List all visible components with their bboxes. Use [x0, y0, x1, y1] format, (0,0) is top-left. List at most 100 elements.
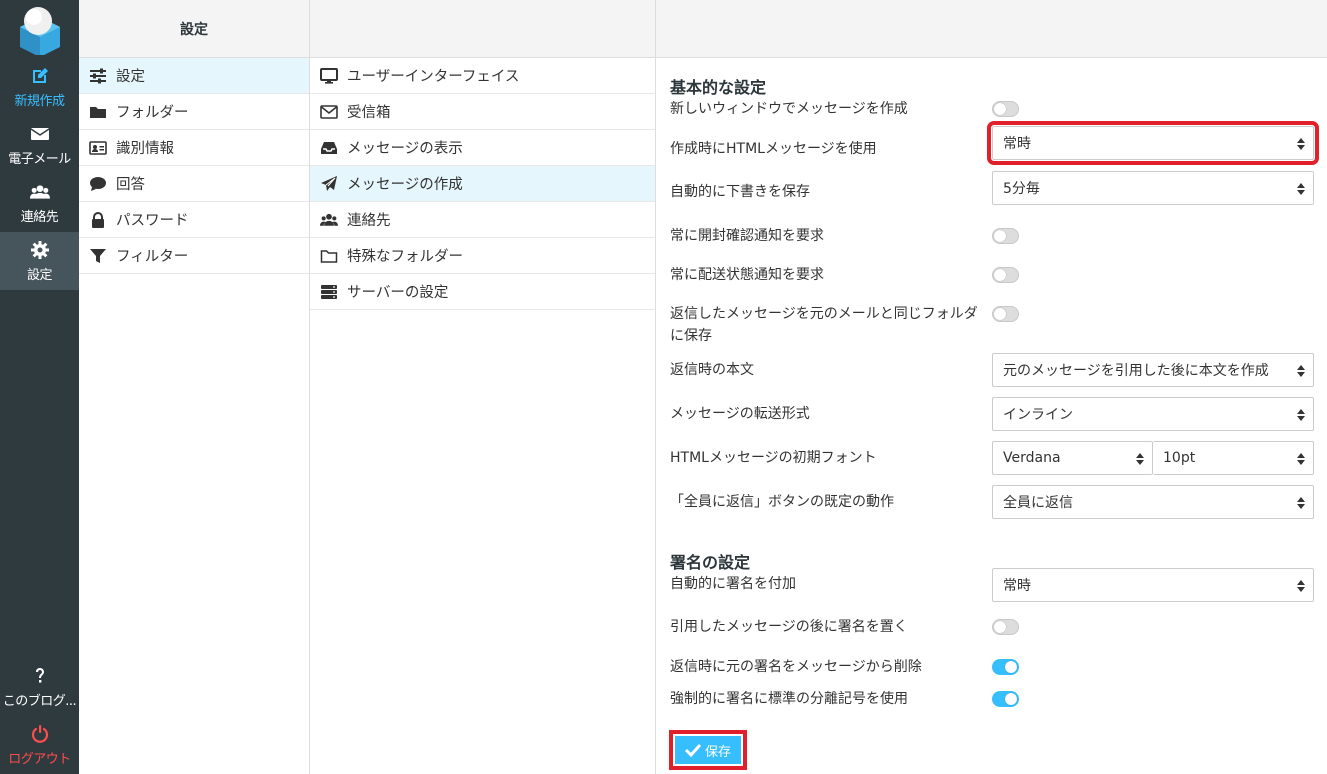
pref-server[interactable]: サーバーの設定 [310, 274, 655, 310]
settings-header: 設定 [79, 0, 309, 58]
folder-icon [90, 106, 106, 118]
select-value: 10pt [1163, 450, 1196, 466]
nav-mail[interactable]: 電子メール [0, 116, 79, 174]
row-label: 常に配送状態通知を要求 [670, 267, 824, 283]
row-reply-all: 「全員に返信」ボタンの既定の動作 全員に返信 [670, 485, 1314, 535]
auto-sig-select[interactable]: 常時 [992, 568, 1314, 602]
row-label: 常に開封確認通知を要求 [670, 228, 824, 244]
section-preferences[interactable]: 設定 [79, 58, 309, 94]
sliders-icon [90, 68, 106, 83]
row-reply-same-folder: 返信したメッセージを元のメールと同じフォルダに保存 [670, 303, 1314, 359]
check-icon [684, 743, 701, 757]
section-folders[interactable]: フォルダー [79, 94, 309, 130]
nav-compose-label: 新規作成 [14, 93, 65, 109]
settings-sections: 設定 設定 フォルダー 識別情報 回答 パスワード フィルター [79, 0, 310, 774]
force-sep-toggle[interactable] [992, 691, 1019, 707]
section-label: フォルダー [116, 105, 189, 121]
pref-label: サーバーの設定 [347, 285, 449, 301]
pref-special-folders[interactable]: 特殊なフォルダー [310, 238, 655, 274]
pref-addressbook[interactable]: 連絡先 [310, 202, 655, 238]
row-strip-sig: 返信時に元の署名をメッセージから削除 [670, 656, 1314, 688]
sig-below-toggle[interactable] [992, 619, 1019, 635]
row-sig-below: 引用したメッセージの後に署名を置く [670, 616, 1314, 656]
row-force-sep: 強制的に署名に標準の分離記号を使用 [670, 688, 1314, 718]
row-label: 自動的に署名を付加 [670, 576, 796, 592]
nav-mail-label: 電子メール [8, 151, 71, 167]
section-title-basic: 基本的な設定 [670, 78, 767, 97]
row-label: HTMLメッセージの初期フォント [670, 450, 877, 466]
users-icon [29, 184, 50, 199]
app-nav: 新規作成 電子メール 連絡先 設定 このブログ... ログアウト [0, 0, 79, 774]
preferences-sections: ユーザーインターフェイス 受信箱 メッセージの表示 メッセージの作成 連絡先 特… [310, 0, 656, 774]
mdn-toggle[interactable] [992, 228, 1019, 244]
select-value: 常時 [1003, 136, 1031, 152]
row-dsn: 常に配送状態通知を要求 [670, 264, 1314, 303]
lock-icon [92, 211, 104, 228]
select-value: インライン [1003, 407, 1073, 423]
dsn-toggle[interactable] [992, 267, 1019, 283]
row-label: メッセージの転送形式 [670, 406, 810, 422]
font-family-select[interactable]: Verdana [992, 441, 1153, 475]
question-icon [35, 667, 44, 683]
section-filters[interactable]: フィルター [79, 238, 309, 274]
section-label: パスワード [116, 213, 189, 229]
folder-outline-icon [320, 249, 338, 263]
forward-type-select[interactable]: インライン [992, 397, 1314, 431]
save-label: 保存 [704, 744, 731, 760]
reply-all-select[interactable]: 全員に返信 [992, 485, 1314, 519]
preferences-header [310, 0, 655, 58]
row-auto-sig: 自動的に署名を付加 常時 [670, 568, 1314, 616]
font-size-select[interactable]: 10pt [1153, 441, 1314, 475]
pref-label: 連絡先 [347, 213, 391, 229]
pref-ui[interactable]: ユーザーインターフェイス [310, 58, 655, 94]
select-value: 元のメッセージを引用した後に本文を作成 [1003, 363, 1269, 379]
nav-contacts-label: 連絡先 [20, 209, 59, 225]
html-compose-select[interactable]: 常時 [987, 121, 1319, 165]
nav-about[interactable]: このブログ... [0, 658, 79, 716]
row-label: 新しいウィンドウでメッセージを作成 [670, 101, 908, 117]
select-value: 5分毎 [1003, 181, 1040, 197]
roundcube-logo-icon [19, 7, 60, 55]
nav-settings-label: 設定 [26, 267, 52, 283]
pref-compose[interactable]: メッセージの作成 [310, 166, 655, 202]
select-value: 全員に返信 [1003, 495, 1073, 511]
strip-sig-toggle[interactable] [992, 659, 1019, 675]
inbox-icon [321, 141, 337, 154]
pref-mailbox[interactable]: 受信箱 [310, 94, 655, 130]
logo[interactable] [0, 0, 79, 58]
compose-settings-panel: 基本的な設定 新しいウィンドウでメッセージを作成 作成時にHTMLメッセージを使… [656, 0, 1327, 774]
section-responses[interactable]: 回答 [79, 166, 309, 202]
reply-same-folder-toggle[interactable] [992, 306, 1019, 322]
comment-icon [90, 176, 106, 191]
pref-label: 特殊なフォルダー [347, 249, 463, 265]
row-label: 返信時に元の署名をメッセージから削除 [670, 659, 922, 675]
section-label: 回答 [116, 177, 145, 193]
pref-label: メッセージの作成 [347, 177, 463, 193]
section-label: 識別情報 [116, 141, 174, 157]
pref-label: メッセージの表示 [347, 141, 463, 157]
row-label: 返信したメッセージを元のメールと同じフォルダに保存 [670, 306, 978, 344]
row-label: 強制的に署名に標準の分離記号を使用 [670, 691, 908, 707]
nav-compose[interactable]: 新規作成 [0, 58, 79, 116]
gear-icon [30, 240, 49, 259]
section-label: フィルター [116, 249, 189, 265]
nav-logout[interactable]: ログアウト [0, 716, 79, 774]
monitor-icon [320, 67, 338, 84]
row-label: 自動的に下書きを保存 [670, 184, 810, 200]
nav-contacts[interactable]: 連絡先 [0, 174, 79, 232]
nav-logout-label: ログアウト [8, 751, 71, 767]
sort-arrows-icon [1297, 409, 1305, 421]
nav-settings[interactable]: 設定 [0, 232, 79, 290]
sort-arrows-icon [1297, 497, 1305, 509]
reply-mode-select[interactable]: 元のメッセージを引用した後に本文を作成 [992, 353, 1314, 387]
new-window-toggle[interactable] [992, 101, 1019, 117]
section-password[interactable]: パスワード [79, 202, 309, 238]
pref-display[interactable]: メッセージの表示 [310, 130, 655, 166]
pref-label: ユーザーインターフェイス [347, 69, 520, 85]
section-identities[interactable]: 識別情報 [79, 130, 309, 166]
edit-icon [32, 67, 48, 83]
sort-arrows-icon [1297, 453, 1305, 465]
draft-autosave-select[interactable]: 5分毎 [992, 171, 1314, 205]
save-button[interactable]: 保存 [675, 736, 741, 764]
settings-form: 基本的な設定 新しいウィンドウでメッセージを作成 作成時にHTMLメッセージを使… [656, 58, 1327, 718]
